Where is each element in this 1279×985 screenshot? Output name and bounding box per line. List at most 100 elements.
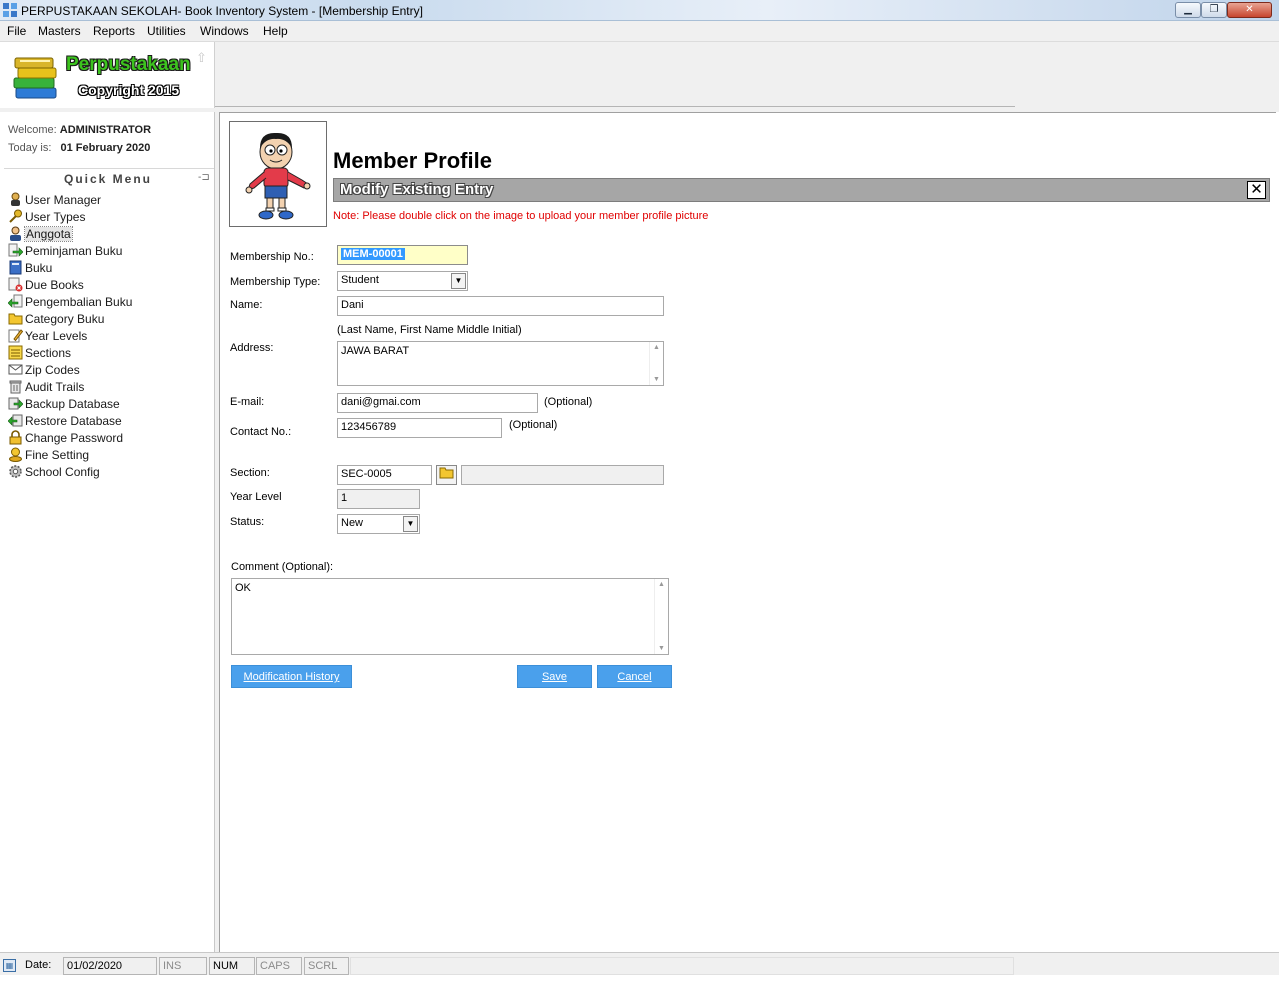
sidebar-item-sections[interactable]: Sections [8,345,208,362]
membership-no-field[interactable]: MEM-00001 [337,245,468,265]
cancel-button[interactable]: Cancel [597,665,672,688]
user-icon [8,192,23,207]
member-photo[interactable] [229,121,327,227]
sidebar: Welcome: ADMINISTRATOR Today is: 01 Febr… [0,112,215,952]
mode-banner: Modify Existing Entry ✕ [333,178,1270,202]
comment-textarea[interactable]: OK ▲ ▼ [231,578,669,655]
sidebar-item-fine-setting[interactable]: Fine Setting [8,447,208,464]
page-title: Member Profile [333,148,492,173]
contact-input[interactable]: 123456789 [337,418,502,438]
address-value: JAWA BARAT [341,345,410,357]
welcome-text: Welcome: ADMINISTRATOR [8,124,151,136]
upload-note: Note: Please double click on the image t… [333,210,709,222]
close-window-button[interactable]: ✕ [1227,2,1272,18]
sidebar-item-zip-codes[interactable]: Zip Codes [8,362,208,379]
sidebar-item-anggota[interactable]: Anggota [8,226,208,243]
menu-utilities[interactable]: Utilities [147,24,186,38]
membership-no-label: Membership No.: [230,251,314,263]
membership-type-label: Membership Type: [230,276,321,288]
email-input[interactable]: dani@gmai.com [337,393,538,413]
restore-icon [7,413,23,428]
status-value: New [341,517,364,529]
sidebar-item-school-config[interactable]: School Config [8,464,208,481]
membership-entry-form: Member Profile Modify Existing Entry ✕ N… [219,112,1276,952]
address-label: Address: [230,342,274,354]
folder-icon [8,311,23,326]
minimize-button[interactable]: ▁ [1175,2,1201,18]
backup-icon [8,396,24,411]
book-icon [8,260,23,275]
logo-area: Perpustakaan Copyright 2015 ⇧ [0,42,215,108]
menu-file[interactable]: File [7,24,26,38]
sidebar-item-pengembalian-buku[interactable]: Pengembalian Buku [7,294,208,311]
quick-menu-title: Quick Menu [64,172,153,186]
quick-menu-header: Quick Menu -⊐ [4,168,214,188]
menu-windows[interactable]: Windows [200,24,249,38]
email-label: E-mail: [230,396,265,408]
year-level-value: 1 [341,492,348,504]
toolbar-area [215,42,1279,108]
maximize-button[interactable]: ❐ [1201,2,1227,18]
sidebar-item-audit-trails[interactable]: Audit Trails [8,379,208,396]
coin-icon [8,447,23,462]
email-hint: (Optional) [544,396,593,408]
arrow-left-icon [7,294,23,309]
sidebar-item-user-types[interactable]: User Types [8,209,208,226]
membership-type-select[interactable]: Student ▼ [337,271,468,291]
logo-title: Perpustakaan [66,54,191,75]
sidebar-item-peminjaman-buku[interactable]: Peminjaman Buku [8,243,208,260]
chevron-down-icon[interactable]: ▼ [451,273,466,289]
status-label: Status: [230,516,265,528]
sidebar-item-due-books[interactable]: Due Books [8,277,208,294]
menu-reports[interactable]: Reports [93,24,135,38]
contact-value: 123456789 [341,421,397,433]
name-input[interactable]: Dani [337,296,664,316]
menu-help[interactable]: Help [263,24,288,38]
section-label: Section: [230,467,270,479]
pencil-icon [8,328,24,343]
close-form-button[interactable]: ✕ [1247,181,1266,199]
sidebar-item-buku[interactable]: Buku [8,260,208,277]
date-label: Date: [25,959,52,971]
membership-type-value: Student [341,274,379,286]
pin-icon[interactable]: -⊐ [198,172,210,183]
toolbar-divider [215,106,1015,107]
section-input[interactable]: SEC-0005 [337,465,432,485]
arrow-right-icon [8,243,24,258]
calendar-icon: ▦ [3,959,16,972]
scrl-panel: SCRL [304,957,349,975]
mode-banner-text: Modify Existing Entry [340,181,494,198]
address-textarea[interactable]: JAWA BARAT ▲ ▼ [337,341,664,386]
today-label: Today is: [8,142,52,154]
sidebar-item-change-password[interactable]: Change Password [8,430,208,447]
member-avatar-image [245,132,311,220]
comment-label: Comment (Optional): [231,561,334,573]
section-name-field [461,465,664,485]
year-level-label: Year Level [230,491,282,503]
welcome-user: ADMINISTRATOR [59,124,152,136]
sidebar-item-restore-database[interactable]: Restore Database [7,413,208,430]
sidebar-item-category-buku[interactable]: Category Buku [8,311,208,328]
lock-icon [8,430,23,445]
pin-icon[interactable]: ⇧ [196,50,207,66]
gear-icon [8,464,23,479]
logo-copyright: Copyright 2015 [78,82,180,98]
address-scrollbar[interactable]: ▲ ▼ [649,342,663,385]
membership-no-value: MEM-00001 [341,248,405,260]
comment-scrollbar[interactable]: ▲ ▼ [654,579,668,654]
window-title: PERPUSTAKAAN SEKOLAH- Book Inventory Sys… [21,4,423,18]
menu-masters[interactable]: Masters [38,24,81,38]
status-spacer-panel [350,957,1014,975]
name-value: Dani [341,299,364,311]
save-button[interactable]: Save [517,665,592,688]
status-select[interactable]: New ▼ [337,514,420,534]
member-icon [8,226,23,241]
sidebar-item-user-manager[interactable]: User Manager [8,192,208,209]
name-label: Name: [230,299,263,311]
sidebar-item-year-levels[interactable]: Year Levels [8,328,208,345]
comment-value: OK [235,582,251,594]
chevron-down-icon[interactable]: ▼ [403,516,418,532]
sidebar-item-backup-database[interactable]: Backup Database [8,396,208,413]
browse-section-button[interactable] [436,465,457,485]
modification-history-button[interactable]: Modification History [231,665,352,688]
